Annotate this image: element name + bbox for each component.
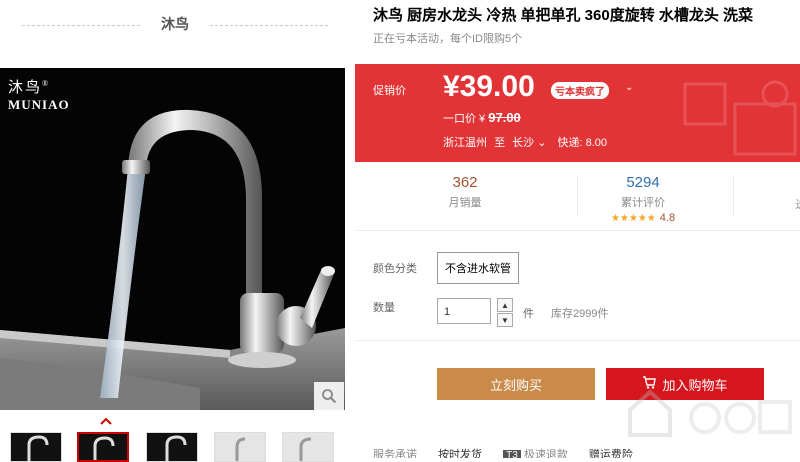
main-product-image[interactable]: 沐鸟® MUNIAO — [0, 68, 345, 410]
product-subtitle: 正在亏本活动，每个ID限购5个 — [373, 33, 523, 45]
ship-from: 浙江温州 — [443, 137, 487, 149]
faucet-illustration — [0, 68, 345, 410]
search-icon[interactable] — [314, 382, 344, 410]
stat-divider — [577, 176, 578, 216]
gift-points: 送 — [791, 174, 800, 212]
brand-logo: 沐鸟® MUNIAO — [8, 79, 70, 112]
shipping-info: 浙江温州 至 长沙 ⌄ 快递: 8.00 — [443, 134, 607, 150]
brand-header: 沐鸟 — [0, 0, 350, 50]
promise-on-time[interactable]: 按时发货 — [438, 449, 482, 458]
promise-refund[interactable]: 极速退款 — [524, 449, 568, 458]
decoration-pattern — [683, 80, 797, 156]
sales-label: 月销量 — [448, 197, 482, 209]
promise-label: 服务承诺 — [373, 449, 417, 458]
quantity-unit: 件 — [523, 308, 534, 320]
original-price-value: 97.00 — [488, 110, 521, 125]
t3-badge: T3 — [503, 450, 521, 458]
original-price: 一口价 ¥ 97.00 — [443, 110, 521, 126]
brand-name[interactable]: 沐鸟 — [150, 14, 200, 34]
reviews-count[interactable]: 5294 — [583, 174, 703, 191]
chevron-up-icon[interactable] — [100, 412, 112, 428]
service-promise: 服务承诺 按时发货 T3 极速退款 赠运费险 — [373, 446, 633, 458]
chevron-down-icon[interactable]: ⌄ — [537, 137, 546, 149]
price-label: 促销价 — [373, 85, 406, 97]
ship-to-select[interactable]: 长沙 ⌄ — [512, 137, 549, 149]
price-panel: 促销价 ¥39.00 亏本卖疯了 ⌄ 一口价 ¥ 97.00 浙江温州 至 长沙… — [355, 64, 800, 162]
color-option[interactable]: 不含进水软管 — [437, 252, 519, 284]
quantity-input[interactable]: 1 — [437, 298, 491, 324]
rating-stars: ★★★★★ 4.8 — [610, 212, 676, 224]
stock-count: 库存2999件 — [551, 308, 609, 320]
quantity-decrease-button[interactable]: ▼ — [497, 313, 513, 327]
sales-count: 362 — [452, 174, 478, 191]
divider-right — [210, 25, 328, 26]
total-reviews[interactable]: 5294 累计评价 ★★★★★ 4.8 — [583, 174, 703, 224]
product-gallery: 沐鸟 沐鸟® MUNIAO — [0, 0, 350, 462]
quantity-label: 数量 — [373, 302, 395, 314]
ship-to-word: 至 — [494, 137, 506, 149]
promise-insurance[interactable]: 赠运费险 — [589, 449, 633, 458]
buy-now-button[interactable]: 立刻购买 — [437, 368, 595, 400]
chevron-down-icon[interactable]: ⌄ — [625, 82, 633, 93]
product-title: 沐鸟 厨房水龙头 冷热 单把单孔 360度旋转 水槽龙头 洗菜 — [373, 7, 754, 24]
ship-to[interactable]: 长沙 — [512, 137, 534, 149]
gift-label: 送 — [791, 196, 800, 212]
price-value: ¥39.00 — [443, 70, 535, 103]
rating-score: 4.8 — [659, 212, 676, 224]
stat-divider — [733, 176, 734, 216]
sale-badge: 亏本卖疯了 — [551, 82, 609, 99]
section-divider — [355, 340, 800, 341]
reviews-label: 累计评价 — [621, 197, 665, 209]
color-label: 颜色分类 — [373, 263, 417, 275]
original-price-label: 一口价 ¥ — [443, 113, 486, 125]
monthly-sales: 362 月销量 — [425, 174, 505, 210]
delivery-fee: 快递: 8.00 — [557, 137, 607, 149]
site-watermark — [628, 389, 792, 437]
quantity-increase-button[interactable]: ▲ — [497, 298, 513, 312]
thumbnail-strip — [10, 432, 350, 462]
divider-left — [22, 25, 140, 26]
